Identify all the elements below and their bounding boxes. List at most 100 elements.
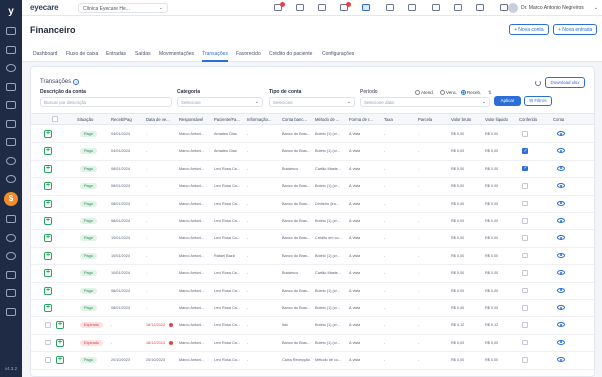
calendar-icon[interactable]: [6, 101, 16, 109]
column-header[interactable]: Informação...: [247, 117, 271, 122]
column-header[interactable]: Método de ...: [315, 117, 339, 122]
eye-icon[interactable]: [557, 131, 565, 136]
table-row[interactable]: + Pago 10/01/2024 - Marco Antoni... Levi Rosa…: [31, 230, 594, 248]
download-xlsx-button[interactable]: Download xlsx: [545, 77, 585, 88]
conferido-checkbox[interactable]: [522, 252, 528, 259]
conferido-checkbox[interactable]: [522, 183, 528, 189]
row-checkbox[interactable]: [45, 322, 51, 328]
settings-icon[interactable]: [6, 234, 16, 242]
column-header[interactable]: Conferido: [519, 117, 537, 122]
conferido-checkbox[interactable]: [522, 148, 528, 154]
account-type-select[interactable]: Selecione ⌄: [269, 97, 355, 107]
users-icon[interactable]: [6, 46, 16, 54]
add-icon[interactable]: +: [44, 130, 52, 138]
help-icon[interactable]: ?: [73, 79, 80, 85]
tab-outflows[interactable]: Saídas: [135, 51, 151, 57]
user-menu[interactable]: Dr. Marco Antonio Negreiros ⌄: [508, 3, 598, 13]
conferido-checkbox[interactable]: [522, 357, 528, 363]
column-header[interactable]: Situação: [77, 117, 93, 122]
eye-icon[interactable]: [557, 235, 565, 241]
column-header[interactable]: Taxa: [384, 117, 393, 122]
table-row[interactable]: + Pago 08/01/2024 - Marco Antoni... Levi Rosa…: [31, 196, 594, 213]
new-account-button[interactable]: + Nova conta: [509, 24, 549, 35]
finance-nav-item[interactable]: $: [4, 192, 18, 206]
eye-icon[interactable]: [557, 305, 565, 310]
eye-icon[interactable]: [557, 252, 565, 258]
column-header[interactable]: Paciente/Fa...: [214, 117, 240, 122]
period-date-select[interactable]: Selecione data ⌄: [360, 97, 490, 107]
table-row[interactable]: + Pago 08/01/2024 - Marco Antoni... Levi Rosa…: [31, 283, 594, 300]
tab-settings[interactable]: Configurações: [322, 51, 354, 57]
eye-icon[interactable]: [557, 270, 565, 276]
megaphone-icon[interactable]: [362, 4, 370, 11]
add-icon[interactable]: +: [44, 199, 52, 208]
document-icon[interactable]: [6, 120, 16, 128]
tab-dashboard[interactable]: Dashboard: [33, 51, 57, 57]
table-row[interactable]: + Pago 08/01/2024 - Marco Antoni... Levi Rosa…: [31, 178, 594, 196]
row-checkbox[interactable]: [45, 339, 51, 346]
conferido-checkbox[interactable]: [522, 270, 528, 276]
column-header[interactable]: Receb/Pag: [111, 117, 132, 122]
add-icon[interactable]: +: [56, 321, 64, 330]
add-icon[interactable]: +: [44, 164, 52, 173]
graduation-icon[interactable]: [6, 289, 16, 297]
app-logo[interactable]: y: [0, 6, 22, 17]
period-radio-attend[interactable]: Atend.: [415, 90, 434, 96]
help-icon[interactable]: [476, 4, 484, 11]
tab-patient-credit[interactable]: Crédito do paciente: [269, 51, 312, 57]
sort-icon[interactable]: ⇅: [488, 90, 492, 96]
shield-icon[interactable]: [6, 308, 16, 316]
eye-icon[interactable]: [557, 200, 565, 206]
eye-icon[interactable]: [557, 218, 565, 223]
table-row[interactable]: + Pago 10/01/2024 - Marco Antoni... Rafael Ba…: [31, 248, 594, 266]
add-icon[interactable]: +: [44, 269, 52, 278]
add-icon[interactable]: +: [44, 286, 52, 295]
conferido-checkbox[interactable]: [522, 235, 528, 241]
eye-icon[interactable]: [557, 287, 565, 293]
stats-icon[interactable]: [6, 252, 16, 260]
eye-icon[interactable]: [557, 339, 565, 345]
new-entry-button[interactable]: + Nova entrada: [553, 24, 598, 35]
period-radio-received[interactable]: Receb.: [461, 90, 481, 96]
add-icon[interactable]: +: [44, 304, 52, 312]
briefcase-icon[interactable]: [296, 4, 304, 11]
grid-icon[interactable]: [6, 27, 16, 35]
row-checkbox[interactable]: [45, 357, 51, 363]
column-header[interactable]: Data de ve...: [146, 117, 170, 122]
column-header[interactable]: Conta banc...: [282, 117, 307, 122]
description-input[interactable]: Buscar por descrição: [40, 97, 172, 107]
patients-icon[interactable]: [6, 83, 16, 91]
table-row[interactable]: + Expirado - 18/12/2023 Marco Antoni... Levi …: [31, 317, 594, 335]
eye-icon[interactable]: [557, 183, 565, 189]
add-icon[interactable]: +: [44, 251, 52, 260]
table-row[interactable]: + Pago 08/01/2024 - Marco Antoni... Levi Rosa…: [31, 161, 594, 179]
table-row[interactable]: + Pago 08/01/2024 - Marco Antoni... Levi Rosa…: [31, 300, 594, 318]
monitor-icon[interactable]: [408, 4, 416, 11]
refresh-icon[interactable]: [535, 80, 541, 86]
column-header[interactable]: Parcela: [418, 117, 432, 122]
bell-icon[interactable]: [454, 4, 462, 11]
table-row[interactable]: + Expirado - 18/12/2023 Marco Antoni... Levi …: [31, 335, 594, 353]
clipboard-icon[interactable]: [6, 138, 16, 146]
tab-transactions[interactable]: Transações: [202, 51, 228, 62]
conferido-checkbox[interactable]: [522, 200, 528, 207]
table-row[interactable]: + Pago 08/01/2024 - Marco Antoni... Levi Rosa…: [31, 213, 594, 231]
table-row[interactable]: + Pago 04/01/2024 - Marco Antoni... Amadeu Di…: [31, 126, 594, 144]
table-row[interactable]: + Pago 10/01/2024 - Marco Antoni... Levi Rosa…: [31, 265, 594, 283]
conferido-checkbox[interactable]: [522, 305, 528, 311]
table-row[interactable]: + Pago 20/10/2023 20/10/2023 Marco Antoni...…: [31, 352, 594, 370]
column-header[interactable]: Forma de r...: [349, 117, 373, 122]
box-icon[interactable]: [6, 215, 16, 223]
table-row[interactable]: + Pago 04/01/2024 - Marco Antoni... Amadeu Di…: [31, 143, 594, 161]
clinic-selector[interactable]: Clínica Eyecare He... ⌄: [78, 3, 168, 13]
add-icon[interactable]: +: [44, 182, 52, 191]
add-icon[interactable]: +: [44, 234, 52, 243]
add-icon[interactable]: +: [44, 147, 52, 156]
apps-icon[interactable]: [500, 4, 508, 11]
conferido-checkbox[interactable]: [522, 287, 528, 294]
pen-icon[interactable]: [6, 271, 16, 279]
tab-movements[interactable]: Movimentações: [159, 51, 194, 57]
conferido-checkbox[interactable]: [522, 165, 528, 172]
column-header[interactable]: Valor bruto: [451, 117, 471, 122]
tab-cash-flow[interactable]: Fluxo de caixa: [66, 51, 98, 57]
